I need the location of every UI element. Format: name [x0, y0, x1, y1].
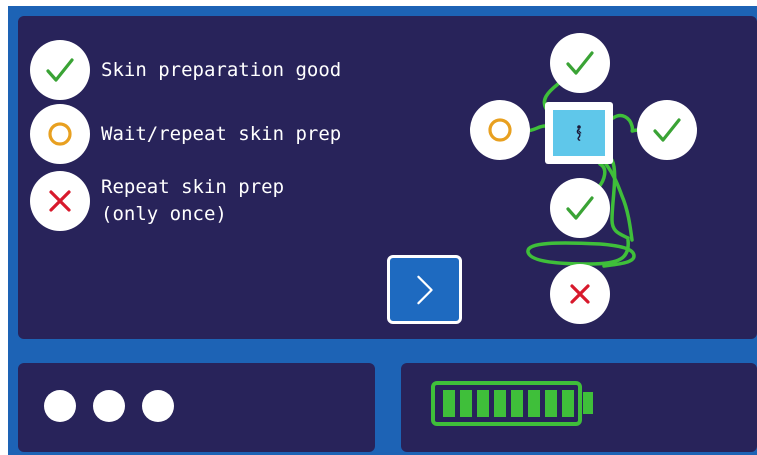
battery-segment [562, 390, 574, 417]
ring-icon [488, 118, 512, 142]
check-icon [566, 51, 594, 75]
cross-icon [570, 284, 590, 304]
legend-good-label: Skin preparation good [101, 59, 342, 81]
ring-icon [48, 122, 72, 146]
battery-segment [528, 390, 540, 417]
legend-wait-icon [30, 104, 90, 164]
electrode-lower [550, 178, 610, 238]
chevron-right-icon [416, 275, 433, 304]
device-screen [553, 110, 605, 156]
battery-segment [460, 390, 472, 417]
battery-segment [477, 390, 489, 417]
legend-wait-label: Wait/repeat skin prep [101, 123, 342, 145]
battery-segment [511, 390, 523, 417]
electrode-bottom [550, 264, 610, 324]
legend-repeat-label-line2: (only once) [101, 203, 227, 225]
battery-segment [443, 390, 455, 417]
legend-repeat-icon [30, 171, 90, 231]
battery-segment [494, 390, 506, 417]
check-icon [566, 196, 594, 220]
legend-good-icon [30, 40, 90, 100]
person-icon [576, 125, 582, 141]
check-icon [46, 58, 74, 82]
electrode-right [637, 100, 697, 160]
battery-segment [545, 390, 557, 417]
check-icon [653, 118, 681, 142]
battery-tip [583, 392, 593, 414]
battery-icon [431, 381, 582, 426]
status-dot-2 [93, 390, 125, 422]
legend-repeat-label-line1: Repeat skin prep [101, 176, 285, 198]
next-button[interactable] [387, 255, 462, 324]
status-dot-1 [44, 390, 76, 422]
electrode-top [550, 33, 610, 93]
status-dot-3 [142, 390, 174, 422]
monitor-device [545, 102, 613, 164]
cross-icon [49, 190, 71, 212]
electrode-left [470, 100, 530, 160]
